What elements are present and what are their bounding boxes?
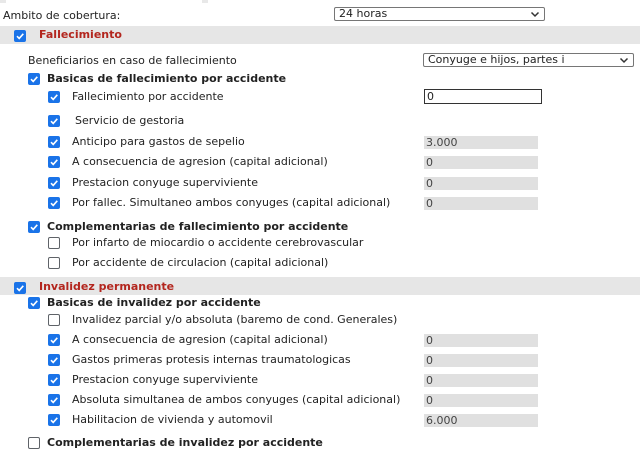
basicas-invalidez-title: Basicas de invalidez por accidente (47, 296, 261, 309)
item-checkbox[interactable] (48, 197, 60, 209)
check-icon (50, 94, 58, 101)
top-tab-strip (0, 0, 640, 3)
chevron-down-icon (530, 11, 540, 18)
item-checkbox[interactable] (48, 314, 60, 326)
item-label: Fallecimiento por accidente (72, 90, 224, 103)
item-label: Anticipo para gastos de sepelio (72, 135, 245, 148)
check-icon (16, 33, 24, 40)
check-icon (50, 397, 58, 404)
item-value-readonly: 3.000 (424, 136, 538, 149)
check-icon (50, 180, 58, 187)
chevron-down-icon (619, 57, 629, 64)
item-label: Habilitacion de vivienda y automovil (72, 413, 273, 426)
item-label: Prestacion conyuge superviviente (72, 373, 258, 386)
complementarias-invalidez-title: Complementarias de invalidez por acciden… (47, 436, 323, 449)
check-icon (50, 118, 58, 125)
item-checkbox[interactable] (48, 177, 60, 189)
tab-edge-left (6, 0, 202, 3)
item-label: A consecuencia de agresion (capital adic… (72, 333, 328, 346)
complementarias-fallecimiento-title: Complementarias de fallecimiento por acc… (47, 220, 349, 233)
item-value-readonly: 0 (424, 177, 538, 190)
item-checkbox[interactable] (48, 414, 60, 426)
item-checkbox[interactable] (48, 115, 60, 127)
beneficiarios-select-value: Conyuge e hijos, partes i (428, 53, 565, 66)
item-label: Invalidez parcial y/o absoluta (baremo d… (72, 313, 398, 326)
item-label: Servicio de gestoria (75, 114, 185, 127)
check-icon (50, 337, 58, 344)
basicas-invalidez-checkbox[interactable] (28, 297, 40, 309)
cobertura-select[interactable]: 24 horas (334, 7, 545, 21)
cobertura-label: Ambito de cobertura: (3, 9, 121, 22)
item-label: Gastos primeras protesis internas trauma… (72, 353, 351, 366)
item-checkbox[interactable] (48, 334, 60, 346)
item-value-readonly: 0 (424, 334, 538, 347)
item-value-readonly: 0 (424, 374, 538, 387)
cobertura-select-value: 24 horas (339, 7, 388, 20)
item-checkbox[interactable] (48, 156, 60, 168)
beneficiarios-select[interactable]: Conyuge e hijos, partes i (423, 53, 634, 67)
item-value-readonly: 0 (424, 156, 538, 169)
complementarias-invalidez-checkbox[interactable] (28, 437, 40, 449)
check-icon (30, 224, 38, 231)
invalidez-checkbox[interactable] (14, 282, 26, 294)
check-icon (50, 139, 58, 146)
beneficiarios-label: Beneficiarios en caso de fallecimiento (28, 54, 237, 67)
basicas-fallecimiento-title: Basicas de fallecimiento por accidente (47, 72, 287, 85)
section-title-fallecimiento: Fallecimiento (39, 28, 122, 41)
fallecimiento-checkbox[interactable] (14, 30, 26, 42)
complementarias-fallecimiento-checkbox[interactable] (28, 221, 40, 233)
item-label: A consecuencia de agresion (capital adic… (72, 155, 328, 168)
check-icon (50, 417, 58, 424)
item-label: Absoluta simultanea de ambos conyuges (c… (72, 393, 401, 406)
item-value-readonly: 0 (424, 394, 538, 407)
item-value-readonly: 6.000 (424, 414, 538, 427)
check-icon (50, 200, 58, 207)
item-label: Por fallec. Simultaneo ambos conyuges (c… (72, 196, 391, 209)
item-checkbox[interactable] (48, 237, 60, 249)
check-icon (16, 285, 24, 292)
item-checkbox[interactable] (48, 394, 60, 406)
check-icon (50, 377, 58, 384)
fallecimiento-capital-input[interactable]: 0 (424, 89, 542, 104)
item-label: Prestacion conyuge superviviente (72, 176, 258, 189)
check-icon (50, 159, 58, 166)
tab-edge-right (208, 0, 640, 3)
item-value-readonly: 0 (424, 354, 538, 367)
item-checkbox[interactable] (48, 91, 60, 103)
check-icon (50, 357, 58, 364)
item-checkbox[interactable] (48, 354, 60, 366)
check-icon (30, 76, 38, 83)
item-checkbox[interactable] (48, 136, 60, 148)
section-title-invalidez: Invalidez permanente (39, 280, 175, 293)
item-checkbox[interactable] (48, 257, 60, 269)
check-icon (30, 300, 38, 307)
item-label: Por infarto de miocardio o accidente cer… (72, 236, 364, 249)
item-checkbox[interactable] (48, 374, 60, 386)
item-value-readonly: 0 (424, 197, 538, 210)
item-label: Por accidente de circulacion (capital ad… (72, 256, 329, 269)
basicas-fallecimiento-checkbox[interactable] (28, 73, 40, 85)
